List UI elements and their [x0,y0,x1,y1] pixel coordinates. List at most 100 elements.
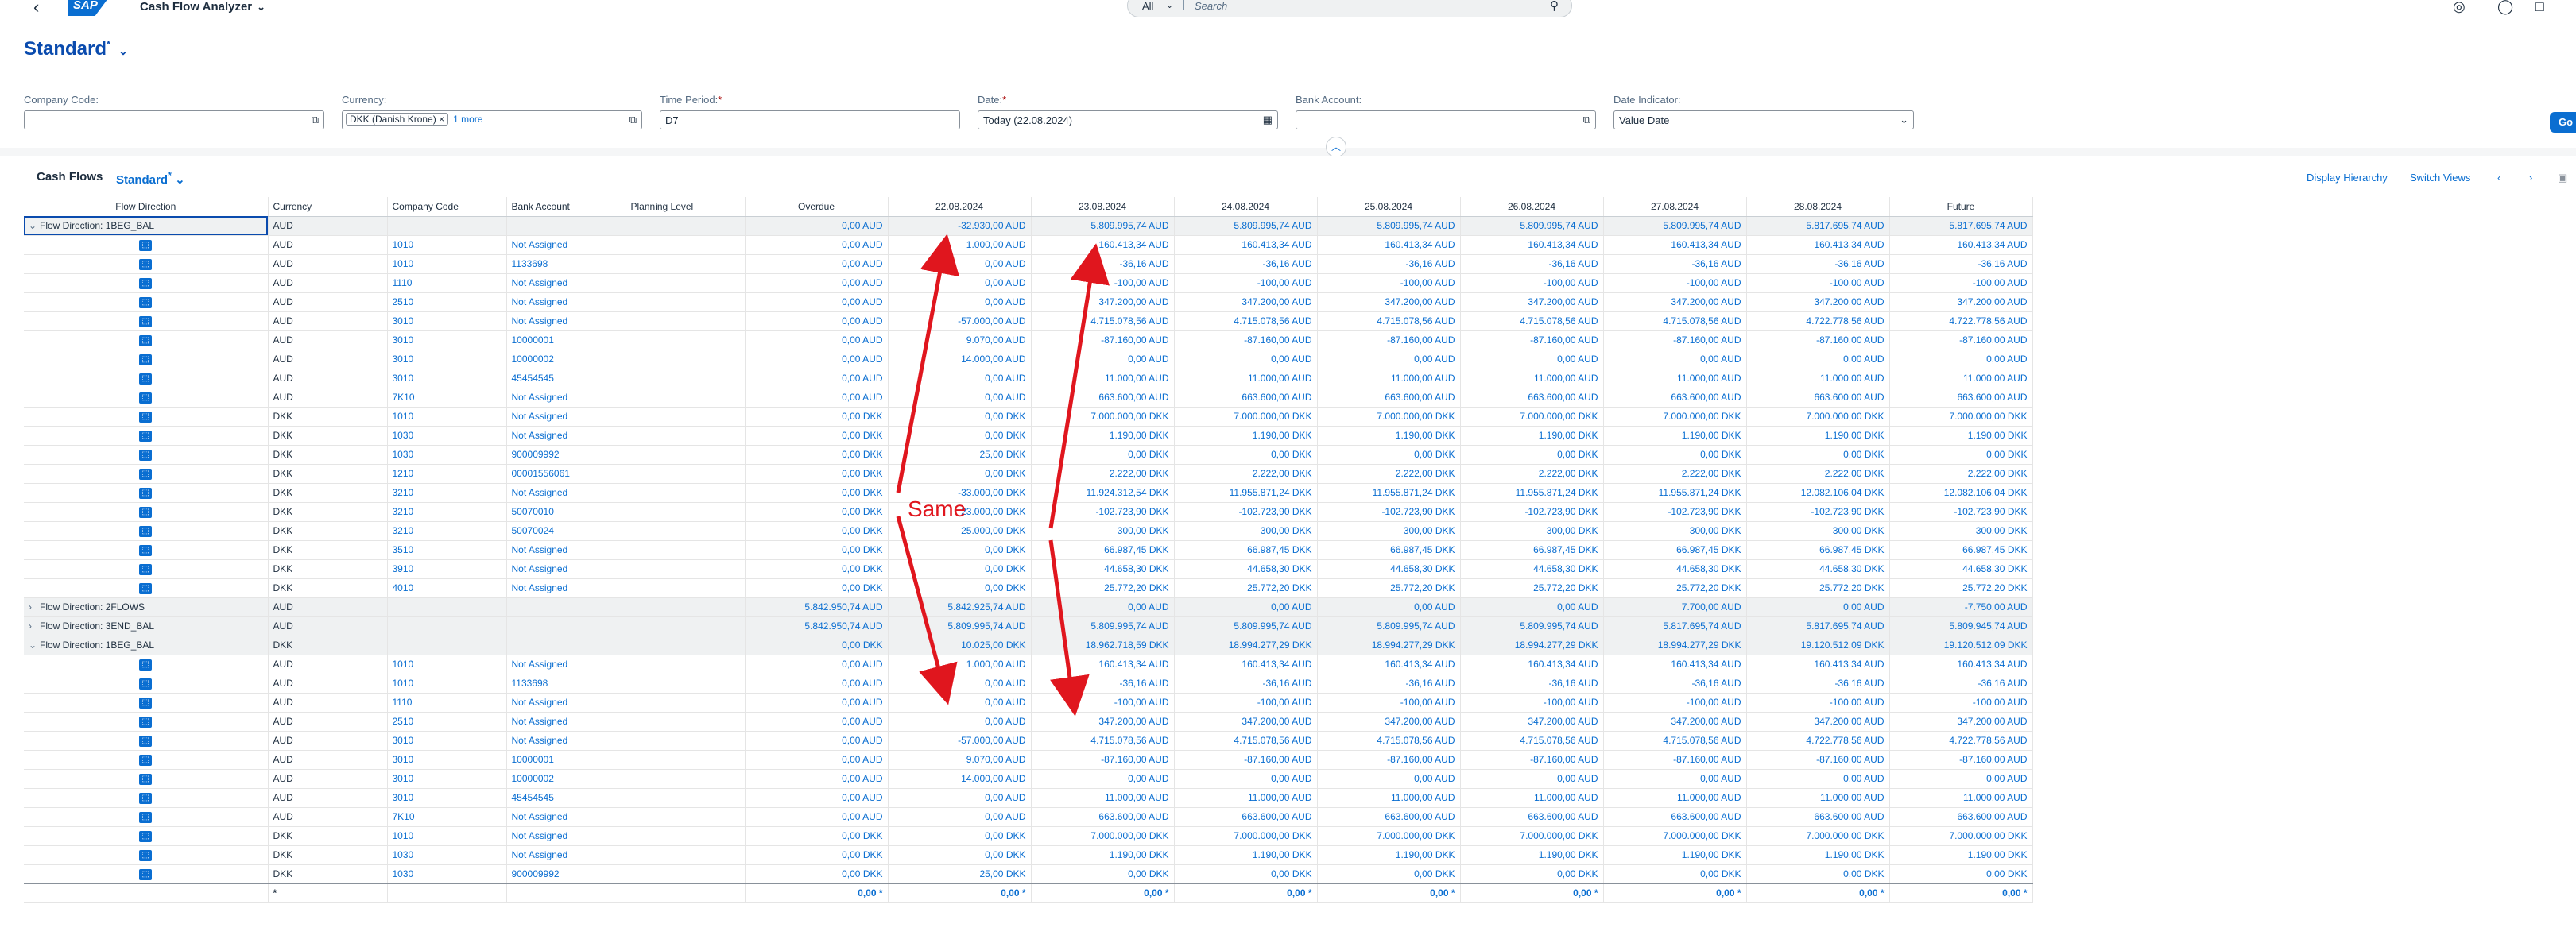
amount-cell[interactable]: -87.160,00 AUD [1174,750,1318,770]
row-detail-cell[interactable]: ⬚ [24,273,269,293]
table-row[interactable]: ⬚ DKK 3210 50070010 0,00 DKK 23.000,00 DKK -10… [24,502,2033,522]
amount-cell[interactable]: 0,00 DKK [745,540,889,560]
amount-cell[interactable]: 66.987,45 DKK [1889,540,2033,560]
amount-cell[interactable]: 0,00 AUD [888,788,1032,808]
column-header[interactable]: Future [1889,197,2033,217]
amount-cell[interactable]: -87.160,00 AUD [1889,750,2033,770]
amount-cell[interactable]: 160.413,34 AUD [1317,655,1461,674]
table-row[interactable]: ⬚ DKK 1010 Not Assigned 0,00 DKK 0,00 DKK 7.00… [24,407,2033,427]
amount-cell[interactable]: 347.200,00 AUD [1174,292,1318,312]
search-input[interactable]: Search [1195,0,1227,12]
amount-cell[interactable]: 0,00 AUD [1603,350,1747,369]
amount-cell[interactable]: 300,00 DKK [1317,521,1461,541]
column-header[interactable]: 27.08.2024 [1603,197,1747,217]
amount-cell[interactable]: 4.722.778,56 AUD [1746,731,1890,751]
amount-cell[interactable]: -36,16 AUD [1603,674,1747,694]
amount-cell[interactable]: -36,16 AUD [1746,674,1890,694]
column-header[interactable]: 28.08.2024 [1746,197,1890,217]
company-code-cell[interactable]: 1030 [387,864,507,884]
amount-cell[interactable]: -36,16 AUD [1460,254,1604,274]
details-icon[interactable]: ⬚ [139,545,153,556]
amount-cell[interactable]: 1.190,00 DKK [1031,845,1175,865]
total-amount-cell[interactable]: 0,00 * [1460,883,1604,903]
details-icon[interactable]: ⬚ [139,717,153,728]
amount-cell[interactable]: 0,00 DKK [745,464,889,484]
bank-account-cell[interactable]: Not Assigned [506,578,626,598]
amount-cell[interactable]: 44.658,30 DKK [1317,559,1461,579]
details-icon[interactable]: ⬚ [139,278,153,289]
amount-cell[interactable]: 0,00 DKK [1031,864,1175,884]
amount-cell[interactable]: -100,00 AUD [1460,273,1604,293]
company-code-cell[interactable]: 1010 [387,254,507,274]
amount-cell[interactable]: 4.715.078,56 AUD [1317,311,1461,331]
amount-cell[interactable]: 0,00 DKK [1174,445,1318,465]
amount-cell[interactable]: 2.222,00 DKK [1603,464,1747,484]
company-code-cell[interactable]: 7K10 [387,388,507,408]
details-icon[interactable]: ⬚ [139,316,153,327]
amount-cell[interactable]: 0,00 AUD [745,350,889,369]
amount-cell[interactable]: 663.600,00 AUD [1746,807,1890,827]
amount-cell[interactable]: 44.658,30 DKK [1889,559,2033,579]
row-detail-cell[interactable]: ⬚ [24,845,269,865]
amount-cell[interactable]: 7.000.000,00 DKK [1031,407,1175,427]
table-row[interactable]: ⬚ AUD 2510 Not Assigned 0,00 AUD 0,00 AUD 347.… [24,712,2033,732]
amount-cell[interactable]: 5.809.995,74 AUD [1031,616,1175,636]
amount-cell[interactable]: 25.772,20 DKK [1031,578,1175,598]
amount-cell[interactable]: 160.413,34 AUD [1460,655,1604,674]
amount-cell[interactable]: 300,00 DKK [1174,521,1318,541]
amount-cell[interactable]: 347.200,00 AUD [1746,712,1890,732]
amount-cell[interactable]: 0,00 AUD [888,254,1032,274]
bank-account-cell[interactable]: Not Assigned [506,807,626,827]
amount-cell[interactable]: 44.658,30 DKK [1460,559,1604,579]
amount-cell[interactable]: 0,00 AUD [745,369,889,388]
amount-cell[interactable]: 300,00 DKK [1746,521,1890,541]
value-help-icon[interactable]: ⧉ [312,114,319,126]
bank-account-cell[interactable]: Not Assigned [506,292,626,312]
details-icon[interactable]: ⬚ [139,469,153,480]
amount-cell[interactable]: 12.082.106,04 DKK [1889,483,2033,503]
date-indicator-select[interactable]: Value Date ⌄ [1613,110,1914,129]
amount-cell[interactable]: 5.842.950,74 AUD [745,616,889,636]
amount-cell[interactable]: 11.000,00 AUD [1460,788,1604,808]
amount-cell[interactable]: 0,00 DKK [1746,864,1890,884]
amount-cell[interactable]: 7.000.000,00 DKK [1031,826,1175,846]
total-amount-cell[interactable]: 0,00 * [1746,883,1890,903]
amount-cell[interactable]: 14.000,00 AUD [888,350,1032,369]
amount-cell[interactable]: 11.000,00 AUD [1174,788,1318,808]
expand-down-icon[interactable]: ⌄ [29,220,40,231]
bank-account-cell[interactable]: Not Assigned [506,826,626,846]
amount-cell[interactable]: -102.723,90 DKK [1746,502,1890,522]
details-icon[interactable]: ⬚ [139,412,153,423]
amount-cell[interactable]: 5.809.995,74 AUD [1317,616,1461,636]
amount-cell[interactable]: 0,00 AUD [745,311,889,331]
amount-cell[interactable]: 4.715.078,56 AUD [1317,731,1461,751]
amount-cell[interactable]: 11.000,00 AUD [1603,788,1747,808]
amount-cell[interactable]: -87.160,00 AUD [1603,750,1747,770]
row-detail-cell[interactable]: ⬚ [24,369,269,388]
amount-cell[interactable]: 0,00 DKK [745,845,889,865]
details-icon[interactable]: ⬚ [139,431,153,442]
table-row[interactable]: ⬚ AUD 1110 Not Assigned 0,00 AUD 0,00 AUD -100… [24,693,2033,713]
amount-cell[interactable]: 25.772,20 DKK [1889,578,2033,598]
column-header[interactable]: 26.08.2024 [1460,197,1604,217]
amount-cell[interactable]: 160.413,34 AUD [1746,655,1890,674]
amount-cell[interactable]: -87.160,00 AUD [1889,330,2033,350]
amount-cell[interactable]: 5.842.925,74 AUD [888,597,1032,617]
amount-cell[interactable]: -36,16 AUD [1031,674,1175,694]
table-row[interactable]: ⬚ DKK 3910 Not Assigned 0,00 DKK 0,00 DKK 44.6… [24,559,2033,579]
amount-cell[interactable]: -100,00 AUD [1889,693,2033,713]
table-row[interactable]: ⬚ AUD 3010 10000001 0,00 AUD 9.070,00 AUD -87.… [24,330,2033,350]
amount-cell[interactable]: 11.000,00 AUD [1031,369,1175,388]
amount-cell[interactable]: 2.222,00 DKK [1889,464,2033,484]
amount-cell[interactable]: 5.817.695,74 AUD [1746,616,1890,636]
table-row[interactable]: ⬚ DKK 3510 Not Assigned 0,00 DKK 0,00 DKK 66.9… [24,540,2033,560]
amount-cell[interactable]: 18.962.718,59 DKK [1031,636,1175,655]
amount-cell[interactable]: 663.600,00 AUD [1031,807,1175,827]
amount-cell[interactable]: 160.413,34 AUD [1460,235,1604,255]
group-row[interactable]: › Flow Direction: 2FLOWS AUD 5.842.950,74 A… [24,597,2033,617]
amount-cell[interactable]: -33.000,00 DKK [888,483,1032,503]
calendar-icon[interactable]: ▦ [1263,114,1273,126]
amount-cell[interactable]: 4.715.078,56 AUD [1174,311,1318,331]
amount-cell[interactable]: 11.000,00 AUD [1746,369,1890,388]
more-link[interactable]: 1 more [453,114,482,125]
